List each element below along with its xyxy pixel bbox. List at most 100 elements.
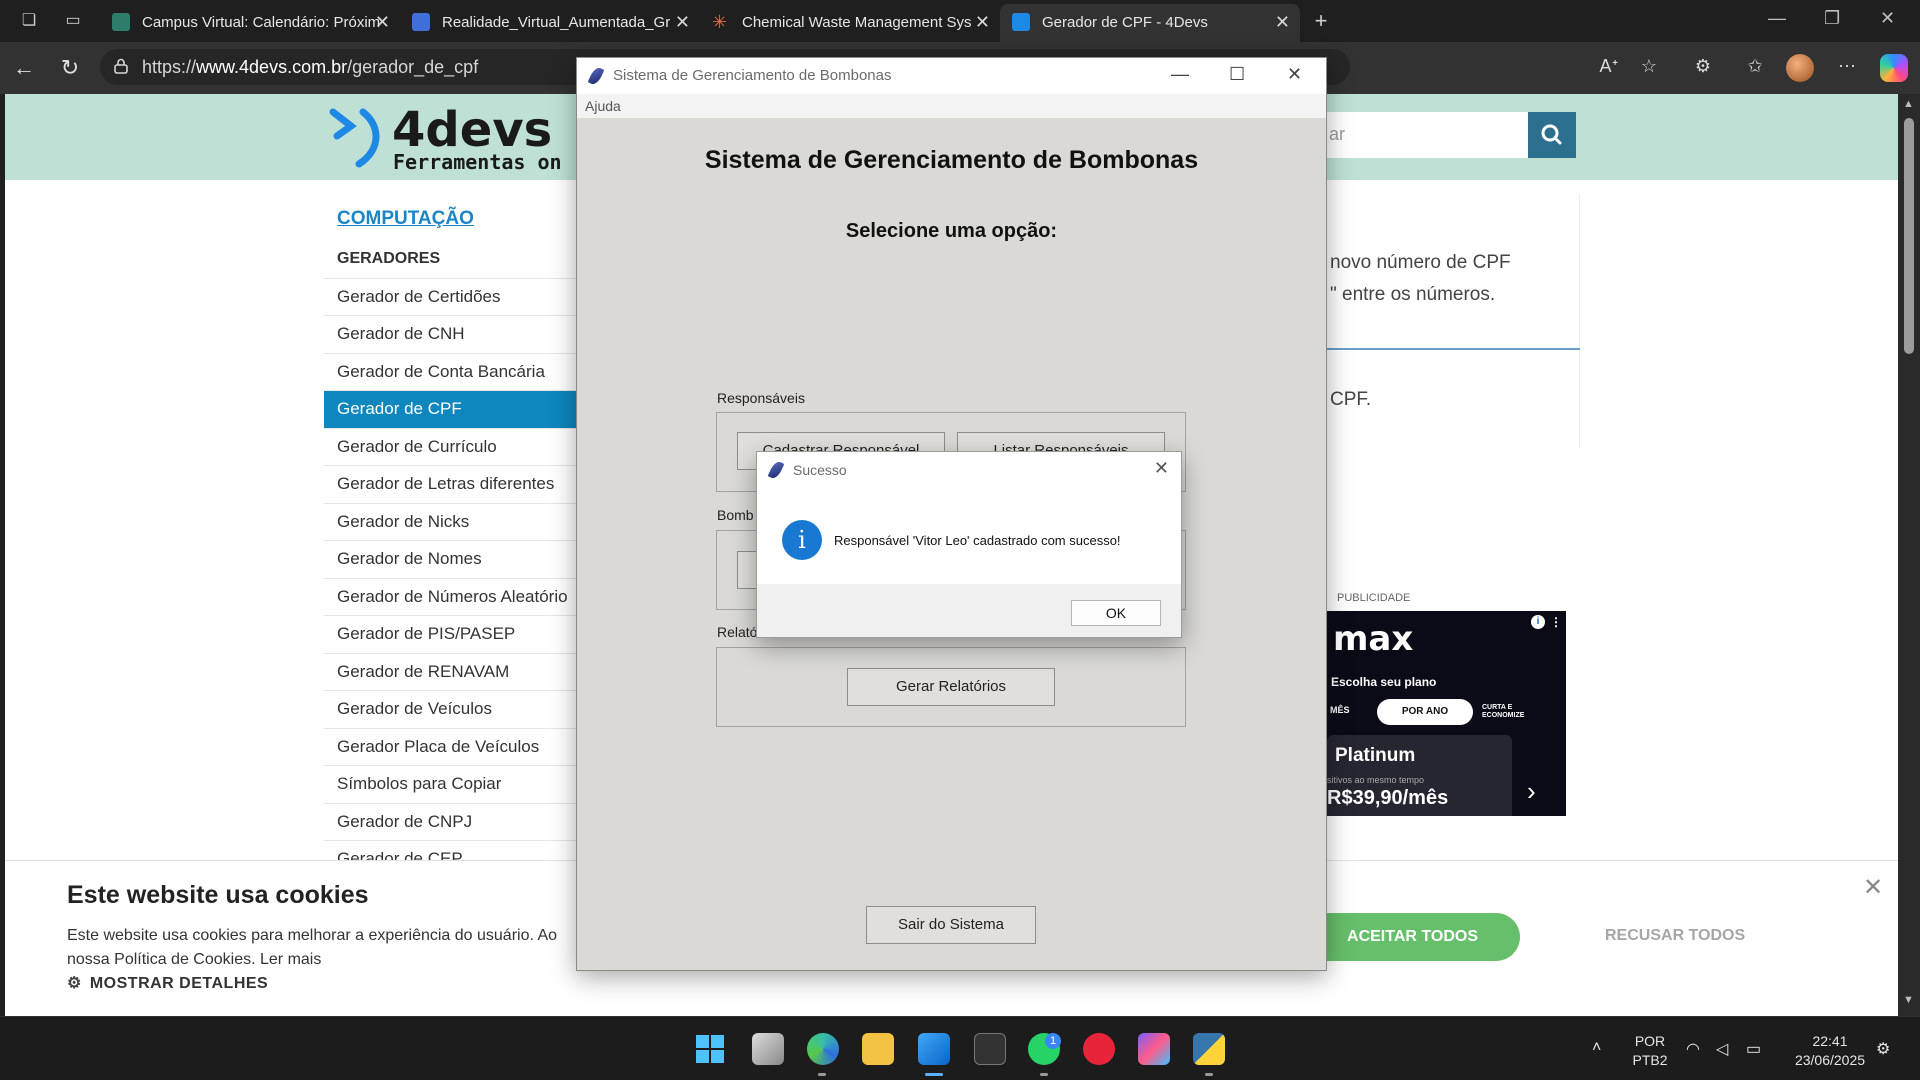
show-details-button[interactable]: ⚙ MOSTRAR DETALHES — [67, 973, 268, 993]
clock-date[interactable]: 23/06/2025 — [1780, 1052, 1880, 1068]
advertisement[interactable]: max i ⋮ Escolha seu plano MÊS POR ANO CU… — [1327, 611, 1566, 816]
sidebar-item-simbolos[interactable]: Símbolos para Copiar — [324, 766, 580, 804]
sidebar-item-pis[interactable]: Gerador de PIS/PASEP — [324, 616, 580, 654]
tab-chemical-waste[interactable]: ✳ Chemical Waste Management Sys ✕ — [700, 4, 1000, 42]
favorite-star-icon[interactable]: ☆ — [1636, 56, 1662, 82]
media-player-icon[interactable] — [1083, 1033, 1115, 1065]
extensions-icon[interactable]: ⚙ — [1690, 56, 1716, 82]
new-tab-icon[interactable]: + — [1310, 10, 1332, 32]
minimize-icon[interactable]: — — [1768, 8, 1786, 29]
python-icon[interactable] — [1193, 1033, 1225, 1065]
profile-avatar[interactable] — [1786, 54, 1814, 82]
sidebar-item-nomes[interactable]: Gerador de Nomes — [324, 541, 580, 579]
site-search-input[interactable]: ar — [1325, 112, 1535, 158]
battery-icon[interactable]: ▭ — [1746, 1039, 1761, 1059]
ad-info-icon[interactable]: i — [1531, 615, 1545, 629]
sidebar-item-veiculos[interactable]: Gerador de Veículos — [324, 691, 580, 729]
favorites-icon[interactable]: ✩ — [1742, 56, 1768, 82]
site-tagline: Ferramentas on — [393, 150, 562, 174]
scroll-down-icon[interactable]: ▼ — [1903, 994, 1914, 1006]
ad-more-icon[interactable]: ⋮ — [1550, 615, 1562, 629]
cookie-text-line[interactable]: nossa Política de Cookies. Ler mais — [67, 948, 587, 972]
ad-text: Escolha seu plano — [1331, 675, 1437, 689]
sidebar-item-conta-bancaria[interactable]: Gerador de Conta Bancária — [324, 354, 580, 391]
volume-icon[interactable]: ◁ — [1716, 1039, 1728, 1059]
clock-time[interactable]: 22:41 — [1780, 1033, 1880, 1049]
scroll-thumb[interactable] — [1904, 118, 1914, 354]
sidebar-item-nicks[interactable]: Gerador de Nicks — [324, 504, 580, 541]
chevron-right-icon[interactable]: › — [1527, 776, 1536, 807]
document-icon — [412, 13, 430, 31]
sair-do-sistema-button[interactable]: Sair do Sistema — [866, 906, 1036, 944]
taskbar: 1 ˄ POR PTB2 ◠ ◁ ▭ 22:41 23/06/2025 ⚙ — [0, 1016, 1920, 1080]
url-scheme: https:// — [142, 57, 197, 77]
maximize-icon[interactable]: ☐ — [1229, 64, 1245, 85]
terminal-icon[interactable] — [974, 1033, 1006, 1065]
clickup-icon[interactable] — [1138, 1033, 1170, 1065]
sidebar-item-cpf[interactable]: Gerador de CPF — [324, 391, 580, 429]
tab-gerador-cpf[interactable]: Gerador de CPF - 4Devs ✕ — [1000, 4, 1300, 42]
close-icon[interactable]: ✕ — [1154, 458, 1169, 479]
gear-icon: ⚙ — [67, 975, 82, 992]
notifications-icon[interactable]: ⚙ — [1876, 1039, 1890, 1059]
gerar-relatorios-button[interactable]: Gerar Relatórios — [847, 668, 1055, 706]
refuse-all-button[interactable]: RECUSAR TODOS — [1605, 927, 1745, 945]
dialog-title-bar[interactable]: Sucesso ✕ — [757, 452, 1181, 488]
app-title-bar[interactable]: Sistema de Gerenciamento de Bombonas — ☐… — [577, 58, 1326, 94]
menu-ajuda[interactable]: Ajuda — [585, 98, 621, 114]
tab-title: Chemical Waste Management Sys — [742, 14, 972, 31]
copilot-icon[interactable] — [1880, 54, 1908, 82]
restore-icon[interactable]: ❐ — [1824, 8, 1840, 29]
file-explorer-icon[interactable] — [862, 1033, 894, 1065]
keyboard-layout[interactable]: PTB2 — [1628, 1052, 1672, 1068]
sidebar-item-curriculo[interactable]: Gerador de Currículo — [324, 429, 580, 466]
tab-close-icon[interactable]: ✕ — [375, 12, 390, 33]
sidebar-category-link[interactable]: COMPUTAÇÃO — [337, 208, 474, 230]
page-scrollbar[interactable]: ▲ ▼ — [1898, 94, 1920, 1016]
language-indicator[interactable]: POR — [1628, 1033, 1672, 1049]
close-icon[interactable]: ✕ — [1863, 873, 1883, 902]
sidebar-item-cnh[interactable]: Gerador de CNH — [324, 316, 580, 354]
url-host: www.4devs.com.br — [196, 57, 348, 77]
tab-realidade-virtual[interactable]: Realidade_Virtual_Aumentada_Gr ✕ — [400, 4, 700, 42]
ad-plan-card[interactable]: Platinum sitivos ao mesmo tempo R$39,90/… — [1327, 735, 1512, 816]
sidebar-item-cnpj[interactable]: Gerador de CNPJ — [324, 804, 580, 841]
refresh-icon[interactable]: ↻ — [56, 54, 84, 82]
ok-button[interactable]: OK — [1071, 600, 1161, 626]
scroll-up-icon[interactable]: ▲ — [1903, 98, 1914, 110]
close-icon[interactable]: ✕ — [1880, 8, 1895, 29]
tab-close-icon[interactable]: ✕ — [975, 12, 990, 33]
vertical-tabs-icon[interactable]: ▭ — [62, 10, 84, 32]
tab-close-icon[interactable]: ✕ — [1275, 12, 1290, 33]
vscode-icon[interactable] — [918, 1033, 950, 1065]
cookie-title: Este website usa cookies — [67, 881, 369, 909]
ad-plan-toggle[interactable]: MÊS POR ANO CURTA E ECONOMIZE — [1327, 697, 1527, 725]
close-icon[interactable]: ✕ — [1287, 64, 1302, 85]
accept-all-button[interactable]: ACEITAR TODOS — [1305, 913, 1520, 961]
edge-icon[interactable] — [807, 1033, 839, 1065]
chevron-up-icon[interactable]: ˄ — [1592, 1039, 1601, 1057]
sidebar-item-placa[interactable]: Gerador Placa de Veículos — [324, 729, 580, 766]
more-options-icon[interactable]: ⋯ — [1834, 56, 1860, 82]
tab-campus-virtual[interactable]: Campus Virtual: Calendário: Próxim ✕ — [100, 4, 400, 42]
wifi-icon[interactable]: ◠ — [1686, 1039, 1700, 1059]
site-search-button[interactable] — [1528, 112, 1576, 158]
running-indicator — [818, 1073, 826, 1076]
sidebar-item-renavam[interactable]: Gerador de RENAVAM — [324, 654, 580, 691]
tab-title: Gerador de CPF - 4Devs — [1042, 14, 1208, 31]
sidebar-item-letras[interactable]: Gerador de Letras diferentes — [324, 466, 580, 504]
running-indicator — [1040, 1073, 1048, 1076]
tab-close-icon[interactable]: ✕ — [675, 12, 690, 33]
back-icon[interactable]: ← — [10, 54, 38, 82]
minimize-icon[interactable]: — — [1171, 64, 1189, 85]
search-placeholder: ar — [1329, 124, 1346, 144]
windows-start-icon[interactable] — [694, 1033, 726, 1065]
workspaces-icon[interactable]: ❏ — [18, 10, 40, 32]
ad-option-month[interactable]: MÊS — [1330, 705, 1350, 715]
browser-tab-bar: ❏ ▭ Campus Virtual: Calendário: Próxim ✕… — [0, 0, 1920, 42]
sidebar-item-certidoes[interactable]: Gerador de Certidões — [324, 279, 580, 316]
sidebar-item-numeros[interactable]: Gerador de Números Aleatório — [324, 579, 580, 616]
read-aloud-icon[interactable]: Aᐩ — [1596, 56, 1622, 82]
ad-option-year[interactable]: POR ANO — [1377, 699, 1473, 725]
task-view-icon[interactable] — [752, 1033, 784, 1065]
